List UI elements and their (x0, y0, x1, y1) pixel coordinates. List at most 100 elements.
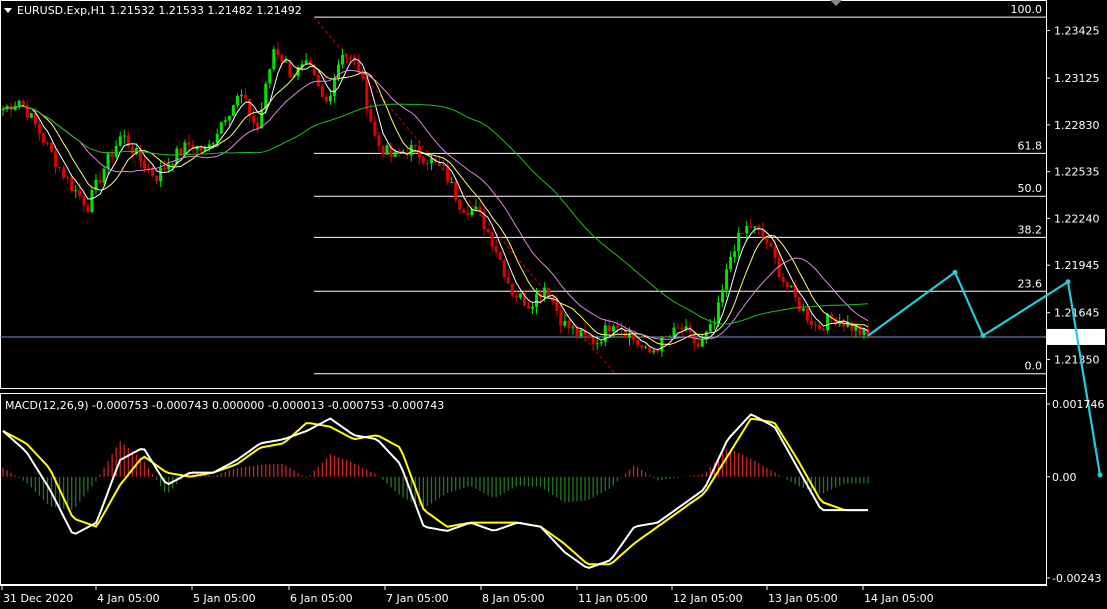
candle-body (749, 226, 753, 228)
candle-body (854, 325, 858, 331)
candle-body (256, 122, 260, 129)
candle-body (498, 251, 502, 260)
candle-body (114, 145, 118, 157)
fib-level-label: 23.6 (1018, 277, 1043, 290)
candle-body (163, 167, 167, 170)
candle-body (118, 136, 122, 146)
candle-body (599, 342, 603, 344)
candle-body (179, 148, 183, 155)
candle-body (668, 336, 672, 338)
candle-body (450, 181, 454, 183)
candle-body (106, 153, 110, 169)
candle-body (733, 251, 737, 258)
candle-body (502, 259, 506, 277)
candle-body (753, 226, 757, 228)
time-axis-label: 5 Jan 05:00 (193, 592, 256, 605)
ma-violet-line (2, 69, 869, 340)
candle-body (579, 330, 583, 336)
candle-body (442, 165, 446, 167)
candle-body (328, 95, 332, 102)
price-axis-label: 1.23425 (1054, 25, 1100, 38)
candle-body (514, 295, 518, 298)
candle-body (187, 142, 191, 145)
candle-body (341, 54, 345, 65)
candle-body (535, 293, 539, 307)
ma-fast-line (2, 58, 869, 351)
candle-body (805, 308, 809, 321)
time-axis-label: 13 Jan 05:00 (768, 592, 838, 605)
candle-body (413, 145, 417, 147)
candle-body (587, 334, 591, 338)
candle-body (45, 142, 49, 144)
time-axis-label: 31 Dec 2020 (3, 592, 73, 605)
projection-arrowhead (1065, 279, 1071, 285)
candle-body (227, 115, 231, 121)
candle-body (70, 177, 74, 192)
candle-body (656, 350, 660, 352)
candle-body (288, 61, 292, 78)
candle-body (822, 328, 826, 331)
candle-body (850, 322, 854, 331)
candle-body (110, 153, 114, 157)
candle-body (652, 350, 656, 353)
candle-body (429, 158, 433, 164)
trading-chart[interactable]: EURUSD.Exp,H1 1.21532 1.21533 1.21482 1.… (0, 0, 1107, 609)
candle-body (458, 199, 462, 210)
candle-body (284, 61, 288, 63)
candle-body (789, 285, 793, 287)
chart-canvas[interactable]: EURUSD.Exp,H1 1.21532 1.21533 1.21482 1.… (0, 0, 1107, 609)
candle-body (324, 97, 328, 102)
candles-group (1, 41, 870, 357)
candle-body (567, 320, 571, 329)
candle-body (543, 287, 547, 297)
candle-body (826, 314, 830, 331)
time-axis-label: 12 Jan 05:00 (673, 592, 743, 605)
candle-body (29, 113, 33, 118)
candle-body (142, 160, 146, 169)
candle-body (62, 167, 66, 178)
fib-level-label: 61.8 (1018, 139, 1043, 152)
candle-body (526, 305, 530, 309)
candle-body (58, 166, 62, 168)
triangle-down-icon (4, 8, 12, 13)
candle-body (244, 94, 248, 99)
candle-body (615, 326, 619, 328)
candle-body (82, 196, 86, 206)
candle-body (454, 181, 458, 200)
candle-body (223, 120, 227, 123)
candle-body (332, 78, 336, 96)
candle-body (676, 327, 680, 329)
candle-body (248, 98, 252, 117)
candle-body (644, 346, 648, 348)
price-axis-label: 1.21945 (1054, 259, 1100, 272)
candle-body (559, 310, 563, 326)
candle-body (781, 276, 785, 282)
price-axis-label: 1.23125 (1054, 72, 1100, 85)
candle-body (494, 246, 498, 252)
candle-body (316, 74, 320, 87)
candle-body (21, 100, 25, 105)
candle-body (809, 320, 813, 326)
projection-arrowhead (952, 269, 958, 275)
candle-body (276, 49, 280, 55)
candle-body (304, 60, 308, 65)
fib-level-label: 38.2 (1018, 223, 1043, 236)
candle-body (797, 297, 801, 311)
time-axis-label: 7 Jan 05:00 (386, 592, 449, 605)
candle-body (745, 226, 749, 234)
candle-body (680, 327, 684, 330)
candle-body (813, 325, 817, 327)
candle-body (563, 320, 567, 326)
candle-body (41, 133, 45, 143)
candle-body (385, 145, 389, 155)
candle-body (704, 331, 708, 339)
candle-body (183, 142, 187, 155)
candle-body (769, 243, 773, 247)
projection-arrowhead (1097, 472, 1103, 478)
macd-panel-frame (0, 393, 1047, 585)
time-axis-label: 11 Jan 05:00 (578, 592, 648, 605)
candle-body (510, 283, 514, 296)
candle-body (741, 232, 745, 234)
candle-body (171, 164, 175, 166)
candle-body (720, 289, 724, 303)
